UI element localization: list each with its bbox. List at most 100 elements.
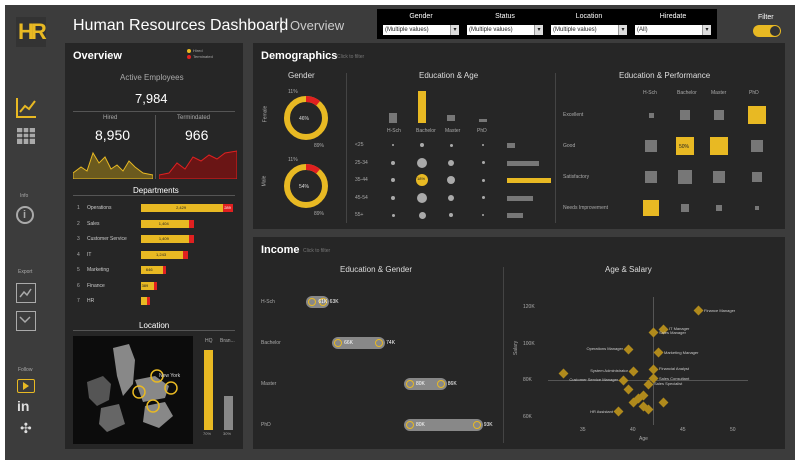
edu-age-dot[interactable]	[482, 144, 484, 146]
filter-select-3[interactable]: (All) ▾	[635, 25, 711, 35]
dept-rank: 1	[77, 205, 80, 211]
dept-term-bar[interactable]	[162, 266, 166, 274]
edu-age-dot[interactable]	[417, 157, 427, 168]
perf-row-label: Needs Improvement	[563, 205, 609, 211]
job-label: Sales Specialist	[654, 381, 683, 386]
age-total-bar[interactable]	[507, 178, 551, 183]
age-total-bar[interactable]	[507, 143, 515, 148]
location-map[interactable]: New York	[73, 336, 193, 444]
filter-select-1[interactable]: (Multiple values) ▾	[467, 25, 543, 35]
line-chart-icon[interactable]	[16, 98, 36, 118]
edu-total-bar[interactable]	[418, 91, 426, 123]
divider	[73, 111, 235, 112]
female-bottom-label: 89%	[314, 143, 325, 149]
scatter-point[interactable]	[628, 366, 638, 377]
scatter-point[interactable]	[693, 305, 703, 316]
perf-square[interactable]	[643, 200, 659, 216]
export-pdf-icon[interactable]	[16, 311, 36, 331]
hq-bar[interactable]	[204, 350, 213, 430]
age-total-bar[interactable]	[507, 160, 539, 166]
edu-age-dot[interactable]	[482, 214, 484, 216]
overview-title: Overview	[73, 50, 122, 62]
edu-age-dot[interactable]	[391, 178, 395, 182]
hired-area-chart	[73, 151, 153, 179]
edu-age-dot[interactable]	[391, 195, 395, 200]
edu-age-dot[interactable]	[481, 196, 485, 199]
dept-term-bar[interactable]	[146, 297, 150, 305]
tableau-icon[interactable]: ✣	[20, 420, 32, 437]
dept-term-bar[interactable]	[188, 219, 194, 228]
follow-label: Follow	[18, 367, 33, 373]
perf-square[interactable]	[710, 137, 728, 155]
edu-total-bar[interactable]	[447, 115, 455, 121]
age-row-label: 45-54	[355, 194, 368, 201]
perf-square[interactable]	[648, 112, 654, 118]
map-region	[87, 376, 111, 406]
perf-col-label: Bachelor	[677, 90, 697, 96]
age-salary-title: Age & Salary	[605, 265, 652, 274]
perf-square[interactable]	[755, 206, 759, 210]
perf-square[interactable]	[713, 171, 725, 183]
edu-age-dot[interactable]	[448, 194, 454, 201]
job-label: System Administrator	[590, 368, 628, 374]
age-total-bar[interactable]	[507, 195, 533, 201]
perf-square[interactable]	[678, 170, 692, 184]
scatter-point[interactable]	[648, 327, 658, 338]
table-icon[interactable]	[16, 127, 36, 147]
income-right-value: 74K	[386, 340, 396, 346]
edu-age-dot[interactable]	[418, 211, 426, 219]
edu-age-dot[interactable]	[447, 176, 455, 184]
perf-square[interactable]	[751, 140, 763, 152]
youtube-icon[interactable]	[17, 379, 35, 393]
edu-age-dot[interactable]	[391, 213, 395, 217]
age-total-bar[interactable]	[507, 213, 523, 218]
sidebar: Info i Export Follow in ✣	[15, 43, 55, 447]
edu-age-dot[interactable]	[420, 143, 424, 147]
perf-square[interactable]	[645, 171, 657, 183]
edu-age-dot[interactable]	[481, 161, 485, 164]
filter-label-1: Status	[495, 13, 515, 20]
x-tick: 45	[680, 427, 686, 433]
edu-age-dot[interactable]	[449, 213, 453, 217]
export-image-icon[interactable]	[16, 283, 36, 303]
scatter-point[interactable]	[623, 384, 633, 395]
perf-col-label: H-Sch	[643, 90, 657, 96]
filter-toggle[interactable]	[753, 25, 781, 37]
scatter-point[interactable]	[653, 347, 663, 358]
edu-age-dot[interactable]	[481, 178, 485, 182]
scatter-point[interactable]	[618, 375, 628, 386]
perf-square[interactable]	[645, 140, 657, 152]
scatter-point[interactable]	[613, 406, 623, 417]
edu-age-dot[interactable]	[392, 144, 394, 146]
edu-age-dot[interactable]	[417, 192, 427, 203]
edu-age-dot[interactable]	[449, 143, 453, 147]
filter-select-2[interactable]: (Multiple values) ▾	[551, 25, 627, 35]
perf-square[interactable]	[714, 110, 724, 120]
job-label: Operations Manager	[586, 346, 623, 352]
branch-bar[interactable]	[224, 396, 233, 430]
info-icon[interactable]: i	[16, 206, 34, 224]
dept-term-bar[interactable]	[154, 281, 158, 290]
edu-age-dot[interactable]	[448, 159, 454, 166]
linkedin-icon[interactable]: in	[17, 398, 29, 414]
male-bottom-label: 89%	[314, 211, 325, 217]
perf-square[interactable]	[716, 205, 722, 211]
legend-term-swatch	[187, 55, 191, 59]
perf-square[interactable]	[681, 204, 689, 212]
scatter-point[interactable]	[658, 397, 668, 408]
perf-square[interactable]	[680, 110, 690, 120]
dept-term-bar[interactable]	[188, 235, 195, 243]
scatter-point[interactable]	[623, 344, 633, 355]
job-label: Finance Manager	[704, 307, 736, 313]
dept-name: IT	[87, 251, 92, 258]
dept-term-bar[interactable]	[183, 250, 188, 259]
edu-total-bar[interactable]	[479, 119, 487, 122]
perf-square[interactable]	[748, 106, 766, 124]
edu-total-bar[interactable]	[389, 113, 397, 123]
y-tick: 100K	[523, 340, 535, 347]
edu-age-dot[interactable]	[391, 160, 395, 165]
age-row-label: <25	[355, 142, 364, 148]
dept-rank: 6	[77, 282, 80, 289]
filter-select-0[interactable]: (Multiple values) ▾	[383, 25, 459, 35]
perf-square[interactable]	[752, 172, 762, 182]
